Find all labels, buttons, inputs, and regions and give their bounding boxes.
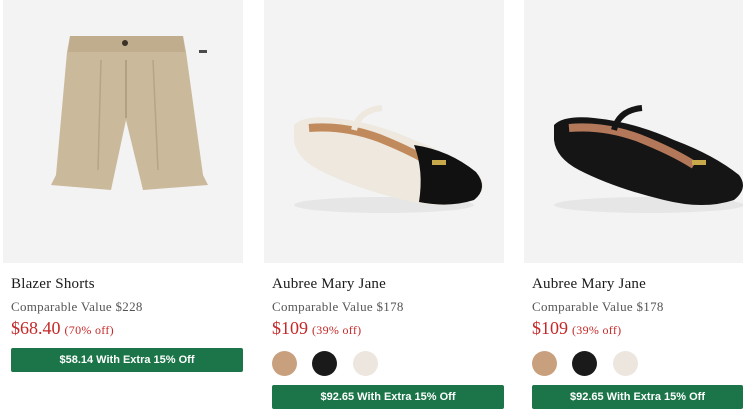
shorts-image [51,36,208,190]
discount-percent: (39% off) [312,323,362,337]
sale-price-row: $109 (39% off) [272,318,361,339]
black-shoe-image [554,105,743,213]
comparable-value: Comparable Value $178 [272,299,404,314]
color-swatch-black[interactable] [312,351,337,376]
sale-price: $109 [532,318,568,338]
product-image[interactable] [3,0,243,263]
color-swatch-black[interactable] [572,351,597,376]
discount-percent: (39% off) [572,323,622,337]
sale-price: $109 [272,318,308,338]
discount-percent: (70% off) [64,323,114,337]
color-swatch-tan[interactable] [532,351,557,376]
color-swatch-cream[interactable] [613,351,638,376]
product-image[interactable] [264,0,504,263]
sale-price: $68.40 [11,318,61,338]
product-name[interactable]: Aubree Mary Jane [532,276,646,293]
cream-shoe-image [294,105,483,213]
extra-discount-button[interactable]: $58.14 With Extra 15% Off [11,348,243,372]
sale-price-row: $109 (39% off) [532,318,621,339]
color-swatch-tan[interactable] [272,351,297,376]
product-name[interactable]: Aubree Mary Jane [272,276,386,293]
product-image[interactable] [524,0,743,263]
extra-discount-button[interactable]: $92.65 With Extra 15% Off [532,385,743,409]
extra-discount-button[interactable]: $92.65 With Extra 15% Off [272,385,504,409]
color-swatch-cream[interactable] [353,351,378,376]
comparable-value: Comparable Value $178 [532,299,664,314]
comparable-value: Comparable Value $228 [11,299,143,314]
product-name[interactable]: Blazer Shorts [11,276,95,293]
sale-price-row: $68.40 (70% off) [11,318,114,339]
